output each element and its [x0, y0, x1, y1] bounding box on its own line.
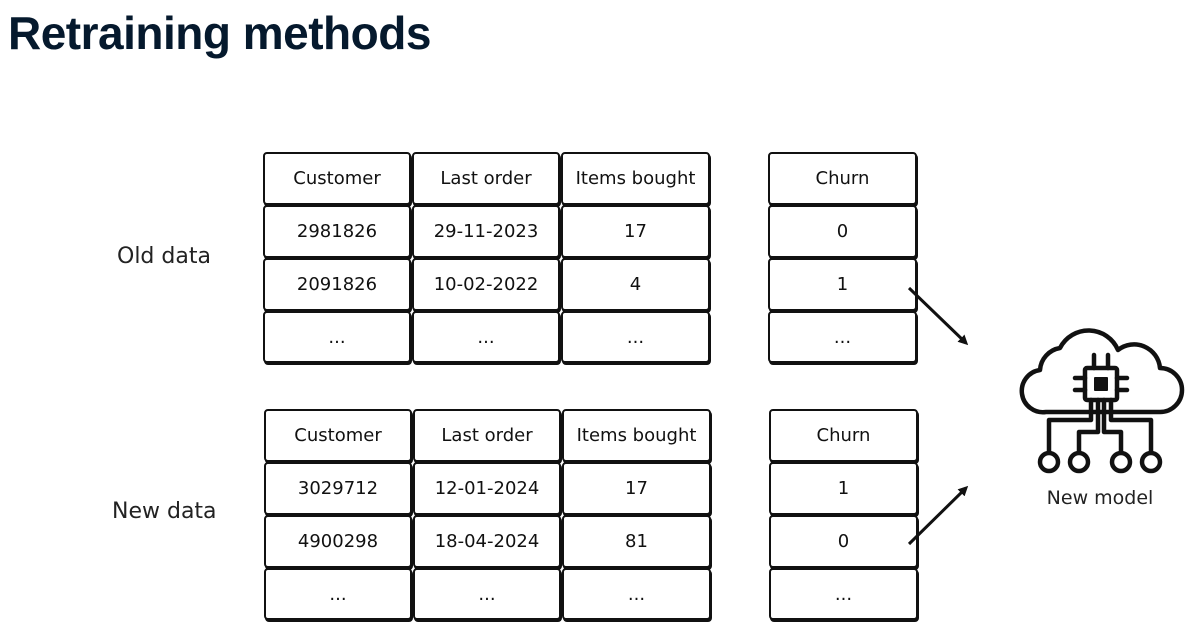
- diagram-overlay: [907, 286, 1185, 546]
- old-data-arrow: [907, 286, 969, 346]
- new-data-arrow: [907, 485, 969, 546]
- cloud-chip-icon: [1019, 328, 1185, 474]
- model-label: New model: [1046, 487, 1154, 509]
